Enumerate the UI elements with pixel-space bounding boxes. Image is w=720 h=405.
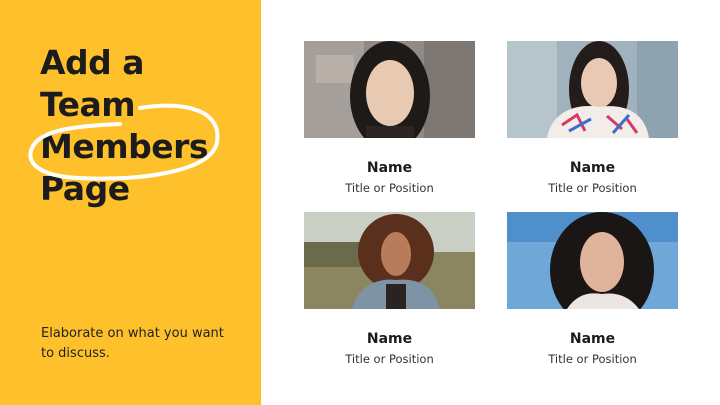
member-name: Name bbox=[569, 331, 616, 347]
member-photo bbox=[304, 41, 475, 138]
member-role: Title or Position bbox=[345, 352, 434, 366]
title-line: Add a bbox=[40, 43, 145, 82]
title-line: Team bbox=[40, 85, 136, 124]
member-photo bbox=[507, 41, 678, 138]
member-name: Name bbox=[569, 160, 616, 176]
page-title: Add a Team Members Page bbox=[40, 42, 250, 210]
member-name: Name bbox=[366, 160, 413, 176]
team-member-card: Name Title or Position bbox=[304, 41, 475, 195]
team-member-card: Name Title or Position bbox=[507, 41, 678, 195]
member-role: Title or Position bbox=[548, 181, 637, 195]
title-panel: Add a Team Members Page Elaborate on wha… bbox=[0, 0, 261, 405]
slide: Add a Team Members Page Elaborate on wha… bbox=[0, 0, 720, 405]
team-member-card: Name Title or Position bbox=[507, 212, 678, 366]
member-role: Title or Position bbox=[548, 352, 637, 366]
team-member-card: Name Title or Position bbox=[304, 212, 475, 366]
member-photo bbox=[304, 212, 475, 309]
member-role: Title or Position bbox=[345, 181, 434, 195]
member-name: Name bbox=[366, 331, 413, 347]
member-photo bbox=[507, 212, 678, 309]
title-line: Members bbox=[40, 127, 209, 166]
description-text: Elaborate on what you want to discuss. bbox=[41, 326, 224, 361]
title-line: Page bbox=[40, 169, 130, 208]
